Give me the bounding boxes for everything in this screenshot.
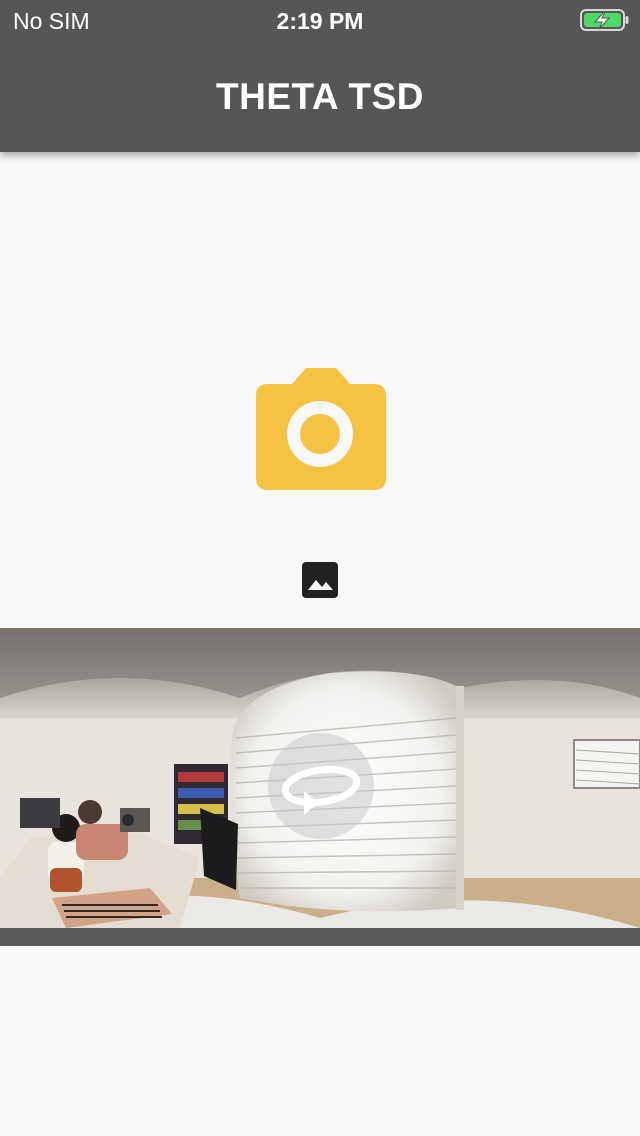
battery-charging-icon bbox=[580, 9, 629, 31]
rotate-360-icon[interactable] bbox=[268, 733, 374, 839]
status-time: 2:19 PM bbox=[276, 8, 364, 34]
image-icon[interactable] bbox=[301, 561, 339, 599]
top-bar: No SIM 2:19 PM THETA TSD bbox=[0, 0, 640, 152]
camera-icon[interactable] bbox=[252, 368, 388, 492]
status-bar: No SIM 2:19 PM bbox=[0, 0, 640, 40]
app-screen: No SIM 2:19 PM THETA TSD bbox=[0, 0, 640, 1136]
page-title: THETA TSD bbox=[216, 76, 424, 117]
